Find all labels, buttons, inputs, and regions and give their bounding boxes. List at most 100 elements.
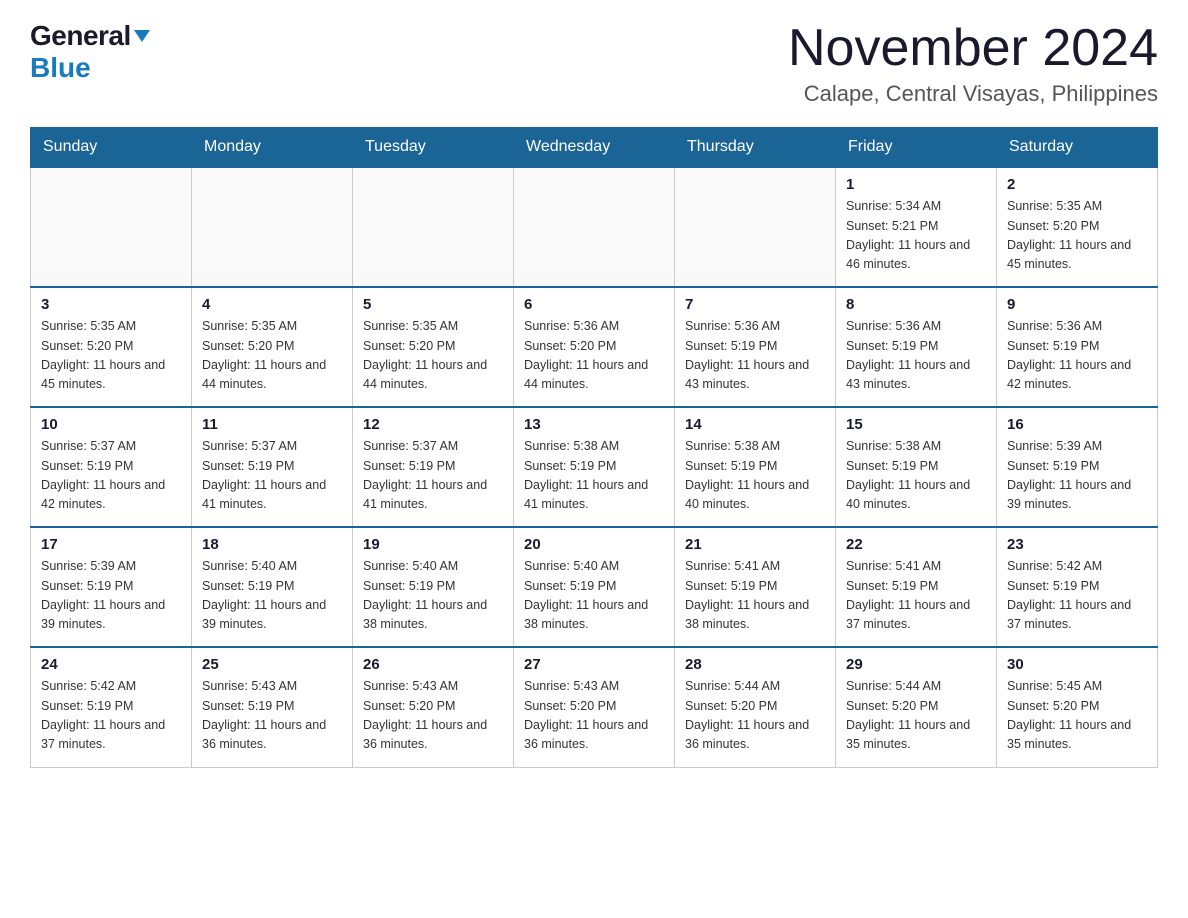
day-number: 9 <box>1007 296 1147 313</box>
day-number: 1 <box>846 176 986 193</box>
calendar-cell: 12 Sunrise: 5:37 AM Sunset: 5:19 PM Dayli… <box>353 407 514 527</box>
day-info: Sunrise: 5:38 AM Sunset: 5:19 PM Dayligh… <box>524 437 664 515</box>
title-block: November 2024 Calape, Central Visayas, P… <box>788 20 1158 107</box>
calendar-cell: 21Sunrise: 5:41 AM Sunset: 5:19 PM Dayli… <box>675 527 836 647</box>
day-number: 20 <box>524 536 664 553</box>
calendar-day-header-monday: Monday <box>192 128 353 168</box>
calendar-day-header-wednesday: Wednesday <box>514 128 675 168</box>
calendar-header-row: SundayMondayTuesdayWednesdayThursdayFrid… <box>31 128 1158 168</box>
day-info: Sunrise: 5:37 AM Sunset: 5:19 PM Dayligh… <box>202 437 342 515</box>
calendar-cell: 15 Sunrise: 5:38 AM Sunset: 5:19 PM Dayli… <box>836 407 997 527</box>
day-number: 7 <box>685 296 825 313</box>
calendar-day-header-tuesday: Tuesday <box>353 128 514 168</box>
calendar-cell: 29Sunrise: 5:44 AM Sunset: 5:20 PM Dayli… <box>836 647 997 767</box>
calendar-cell <box>192 167 353 287</box>
calendar-week-row: 1 Sunrise: 5:34 AM Sunset: 5:21 PM Daylig… <box>31 167 1158 287</box>
calendar-cell: 14 Sunrise: 5:38 AM Sunset: 5:19 PM Dayli… <box>675 407 836 527</box>
calendar-cell: 17 Sunrise: 5:39 AM Sunset: 5:19 PM Dayli… <box>31 527 192 647</box>
day-number: 28 <box>685 656 825 673</box>
calendar-cell: 6 Sunrise: 5:36 AM Sunset: 5:20 PM Daylig… <box>514 287 675 407</box>
calendar-cell: 28 Sunrise: 5:44 AM Sunset: 5:20 PM Dayli… <box>675 647 836 767</box>
calendar-table: SundayMondayTuesdayWednesdayThursdayFrid… <box>30 127 1158 768</box>
day-info: Sunrise: 5:37 AM Sunset: 5:19 PM Dayligh… <box>41 437 181 515</box>
page-header: General Blue November 2024 Calape, Centr… <box>30 20 1158 107</box>
day-info: Sunrise: 5:43 AM Sunset: 5:20 PM Dayligh… <box>363 677 503 755</box>
calendar-cell: 24Sunrise: 5:42 AM Sunset: 5:19 PM Dayli… <box>31 647 192 767</box>
month-title: November 2024 <box>788 20 1158 77</box>
day-info: Sunrise: 5:35 AM Sunset: 5:20 PM Dayligh… <box>41 317 181 395</box>
day-number: 8 <box>846 296 986 313</box>
day-number: 6 <box>524 296 664 313</box>
calendar-cell: 22 Sunrise: 5:41 AM Sunset: 5:19 PM Dayli… <box>836 527 997 647</box>
day-info: Sunrise: 5:39 AM Sunset: 5:19 PM Dayligh… <box>41 557 181 635</box>
logo-general-text: General <box>30 20 131 52</box>
day-info: Sunrise: 5:38 AM Sunset: 5:19 PM Dayligh… <box>685 437 825 515</box>
day-number: 23 <box>1007 536 1147 553</box>
day-number: 22 <box>846 536 986 553</box>
day-number: 27 <box>524 656 664 673</box>
calendar-week-row: 10Sunrise: 5:37 AM Sunset: 5:19 PM Dayli… <box>31 407 1158 527</box>
calendar-day-header-friday: Friday <box>836 128 997 168</box>
logo: General Blue <box>30 20 150 84</box>
day-info: Sunrise: 5:43 AM Sunset: 5:19 PM Dayligh… <box>202 677 342 755</box>
calendar-cell <box>353 167 514 287</box>
calendar-cell: 26Sunrise: 5:43 AM Sunset: 5:20 PM Dayli… <box>353 647 514 767</box>
calendar-cell: 19 Sunrise: 5:40 AM Sunset: 5:19 PM Dayli… <box>353 527 514 647</box>
calendar-day-header-thursday: Thursday <box>675 128 836 168</box>
calendar-cell: 8 Sunrise: 5:36 AM Sunset: 5:19 PM Daylig… <box>836 287 997 407</box>
day-info: Sunrise: 5:45 AM Sunset: 5:20 PM Dayligh… <box>1007 677 1147 755</box>
day-info: Sunrise: 5:35 AM Sunset: 5:20 PM Dayligh… <box>363 317 503 395</box>
calendar-cell: 3 Sunrise: 5:35 AM Sunset: 5:20 PM Daylig… <box>31 287 192 407</box>
calendar-week-row: 17 Sunrise: 5:39 AM Sunset: 5:19 PM Dayli… <box>31 527 1158 647</box>
day-info: Sunrise: 5:35 AM Sunset: 5:20 PM Dayligh… <box>1007 197 1147 275</box>
day-info: Sunrise: 5:36 AM Sunset: 5:20 PM Dayligh… <box>524 317 664 395</box>
calendar-cell: 27 Sunrise: 5:43 AM Sunset: 5:20 PM Dayli… <box>514 647 675 767</box>
day-number: 2 <box>1007 176 1147 193</box>
day-info: Sunrise: 5:40 AM Sunset: 5:19 PM Dayligh… <box>363 557 503 635</box>
calendar-week-row: 24Sunrise: 5:42 AM Sunset: 5:19 PM Dayli… <box>31 647 1158 767</box>
day-number: 15 <box>846 416 986 433</box>
day-info: Sunrise: 5:41 AM Sunset: 5:19 PM Dayligh… <box>846 557 986 635</box>
day-info: Sunrise: 5:38 AM Sunset: 5:19 PM Dayligh… <box>846 437 986 515</box>
logo-triangle-icon <box>134 30 150 42</box>
calendar-cell: 23 Sunrise: 5:42 AM Sunset: 5:19 PM Dayli… <box>997 527 1158 647</box>
calendar-cell: 13Sunrise: 5:38 AM Sunset: 5:19 PM Dayli… <box>514 407 675 527</box>
day-number: 25 <box>202 656 342 673</box>
calendar-day-header-saturday: Saturday <box>997 128 1158 168</box>
day-info: Sunrise: 5:43 AM Sunset: 5:20 PM Dayligh… <box>524 677 664 755</box>
day-info: Sunrise: 5:36 AM Sunset: 5:19 PM Dayligh… <box>1007 317 1147 395</box>
calendar-cell: 10Sunrise: 5:37 AM Sunset: 5:19 PM Dayli… <box>31 407 192 527</box>
day-info: Sunrise: 5:40 AM Sunset: 5:19 PM Dayligh… <box>202 557 342 635</box>
calendar-cell: 20 Sunrise: 5:40 AM Sunset: 5:19 PM Dayli… <box>514 527 675 647</box>
calendar-cell: 16 Sunrise: 5:39 AM Sunset: 5:19 PM Dayli… <box>997 407 1158 527</box>
day-info: Sunrise: 5:37 AM Sunset: 5:19 PM Dayligh… <box>363 437 503 515</box>
day-number: 16 <box>1007 416 1147 433</box>
day-number: 3 <box>41 296 181 313</box>
day-info: Sunrise: 5:42 AM Sunset: 5:19 PM Dayligh… <box>41 677 181 755</box>
calendar-cell: 9 Sunrise: 5:36 AM Sunset: 5:19 PM Daylig… <box>997 287 1158 407</box>
day-number: 12 <box>363 416 503 433</box>
calendar-cell: 7Sunrise: 5:36 AM Sunset: 5:19 PM Daylig… <box>675 287 836 407</box>
day-number: 4 <box>202 296 342 313</box>
day-info: Sunrise: 5:40 AM Sunset: 5:19 PM Dayligh… <box>524 557 664 635</box>
calendar-week-row: 3 Sunrise: 5:35 AM Sunset: 5:20 PM Daylig… <box>31 287 1158 407</box>
day-info: Sunrise: 5:35 AM Sunset: 5:20 PM Dayligh… <box>202 317 342 395</box>
day-number: 17 <box>41 536 181 553</box>
calendar-cell <box>675 167 836 287</box>
calendar-day-header-sunday: Sunday <box>31 128 192 168</box>
day-info: Sunrise: 5:44 AM Sunset: 5:20 PM Dayligh… <box>685 677 825 755</box>
day-info: Sunrise: 5:34 AM Sunset: 5:21 PM Dayligh… <box>846 197 986 275</box>
day-info: Sunrise: 5:42 AM Sunset: 5:19 PM Dayligh… <box>1007 557 1147 635</box>
calendar-cell: 11 Sunrise: 5:37 AM Sunset: 5:19 PM Dayli… <box>192 407 353 527</box>
day-number: 19 <box>363 536 503 553</box>
day-info: Sunrise: 5:39 AM Sunset: 5:19 PM Dayligh… <box>1007 437 1147 515</box>
day-number: 14 <box>685 416 825 433</box>
calendar-cell: 18 Sunrise: 5:40 AM Sunset: 5:19 PM Dayli… <box>192 527 353 647</box>
day-number: 11 <box>202 416 342 433</box>
day-info: Sunrise: 5:36 AM Sunset: 5:19 PM Dayligh… <box>846 317 986 395</box>
calendar-cell <box>514 167 675 287</box>
day-number: 5 <box>363 296 503 313</box>
day-number: 18 <box>202 536 342 553</box>
calendar-cell <box>31 167 192 287</box>
day-number: 29 <box>846 656 986 673</box>
